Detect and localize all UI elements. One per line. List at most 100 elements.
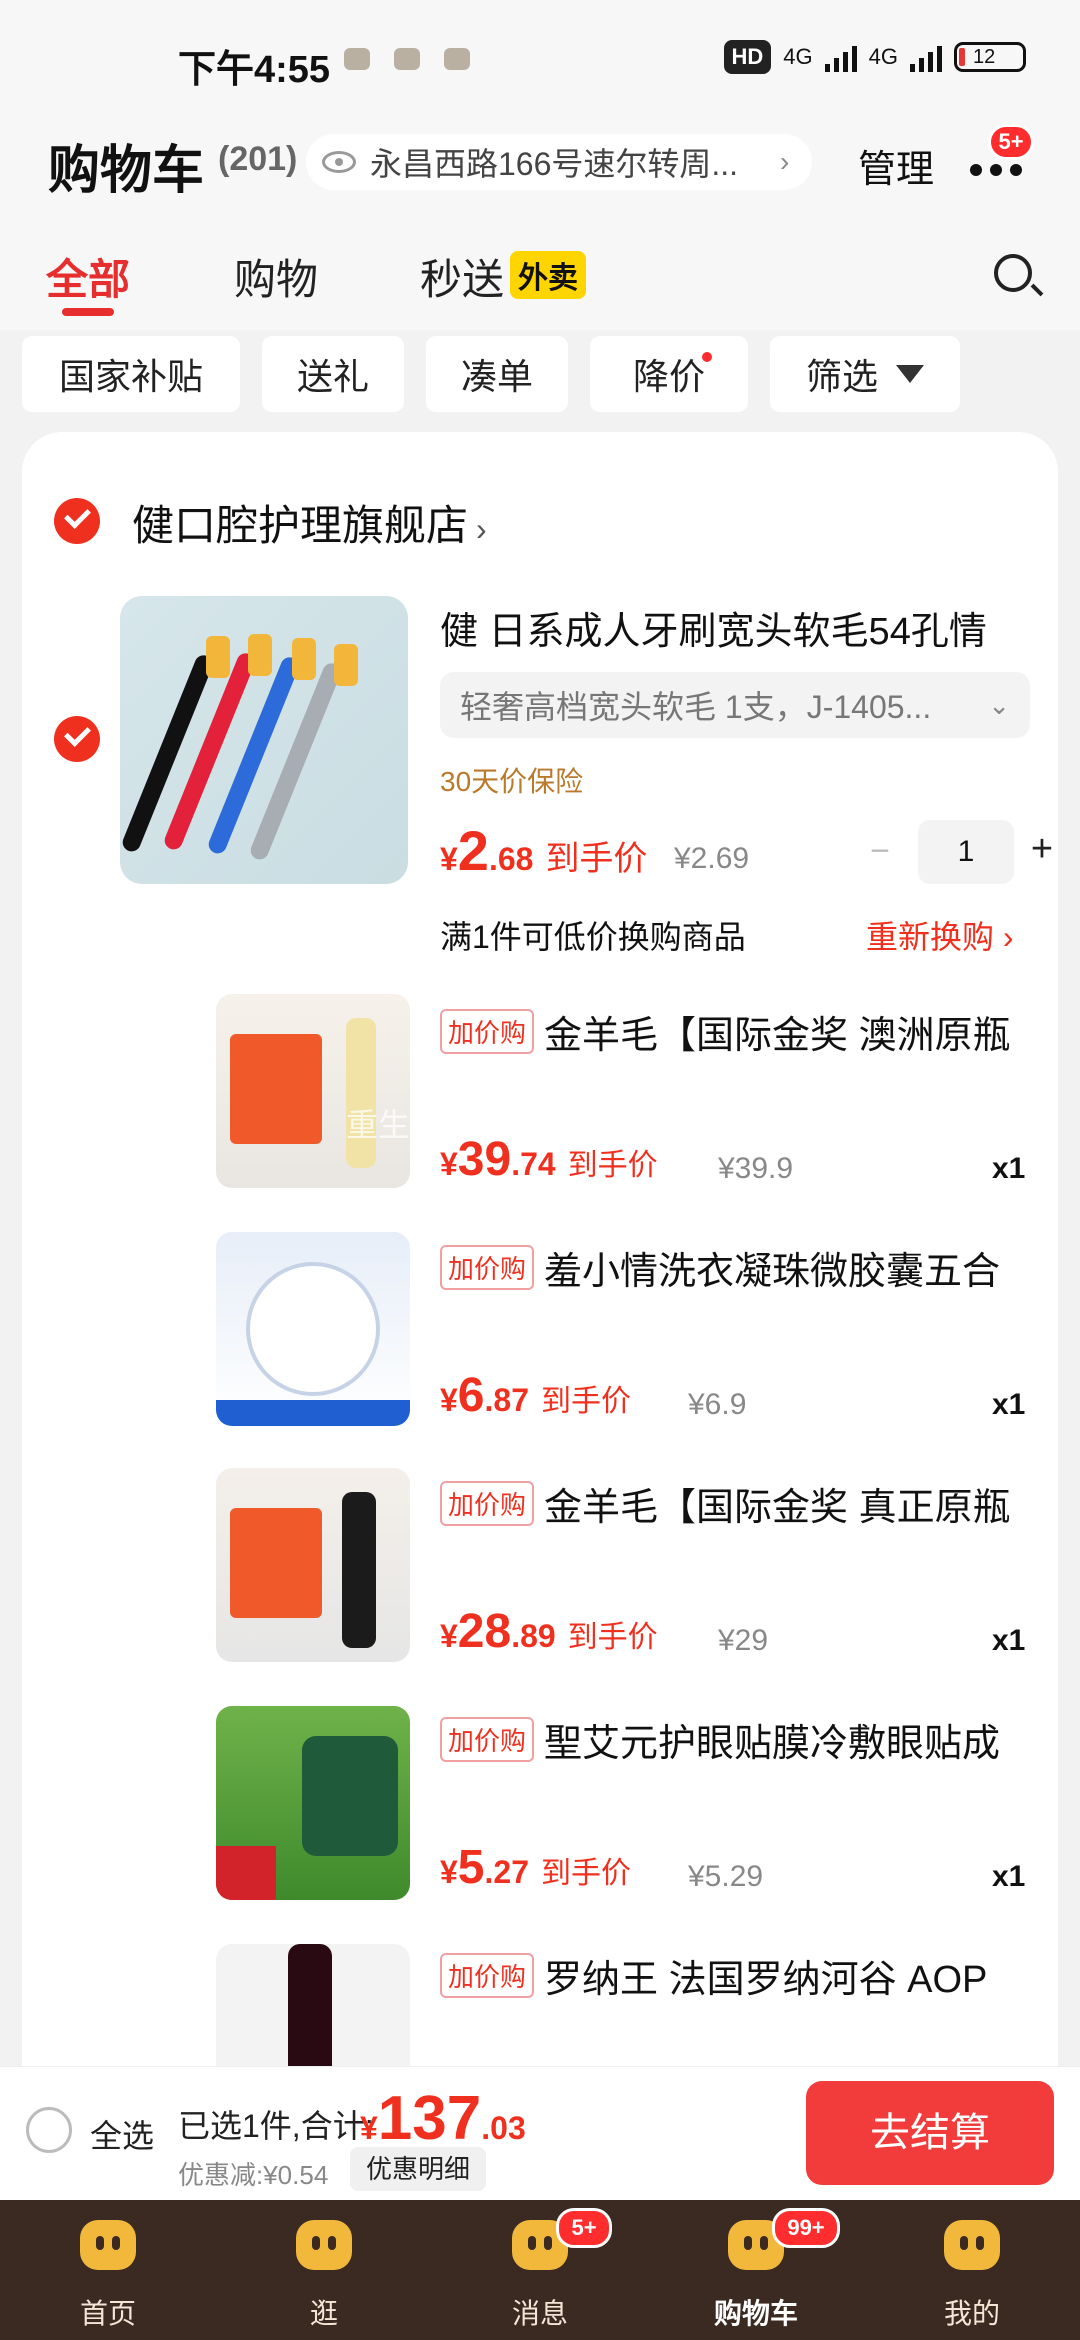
nav-cart-label: 购物车: [713, 2298, 798, 2329]
hd-badge: HD: [723, 40, 772, 74]
tab-instant-label: 秒送: [420, 256, 505, 303]
addon-title[interactable]: 加价购 金羊毛【国际金奖 真正原瓶: [440, 1476, 1011, 1531]
addon-name: 羞小情洗衣凝珠微胶囊五合: [544, 1251, 1001, 1293]
addon-old-price: ¥29: [718, 1624, 769, 1657]
select-all-label[interactable]: 全选: [90, 2111, 154, 2157]
promo-text: 满1件可低价换购商品: [440, 919, 746, 955]
addon-qty: x1: [992, 1388, 1026, 1421]
browse-icon: [296, 2220, 352, 2270]
tab-instant[interactable]: 秒送 外卖: [420, 246, 587, 307]
addon-image[interactable]: [216, 994, 410, 1188]
notification-icon: [394, 48, 420, 70]
addon-name: 罗纳王 法国罗纳河谷 AOP: [544, 1959, 988, 2001]
currency-symbol: ¥: [360, 2110, 378, 2146]
brush-head: [334, 644, 358, 686]
cart-tabs: 全部 购物 秒送 外卖: [0, 230, 1080, 330]
more-dots-icon: [1010, 164, 1022, 176]
addon-name: 聖艾元护眼贴膜冷敷眼贴成: [544, 1723, 1001, 1765]
quantity-stepper: − 1 +: [860, 820, 1053, 884]
store-name-text: 健口腔护理旗舰店: [132, 502, 469, 549]
address-selector[interactable]: 永昌西路166号速尔转周... ›: [306, 134, 812, 190]
currency-symbol: ¥: [440, 1382, 458, 1418]
signal-icon: [824, 42, 857, 72]
filter-price-drop-label: 降价: [632, 356, 705, 397]
addon-image[interactable]: [216, 1706, 410, 1900]
item-checkbox[interactable]: [54, 716, 100, 762]
tab-all[interactable]: 全部: [46, 246, 130, 307]
addon-old-price: ¥5.29: [688, 1860, 764, 1893]
addon-title[interactable]: 加价购 聖艾元护眼贴膜冷敷眼贴成: [440, 1712, 1000, 1767]
more-button[interactable]: 5+: [966, 124, 1034, 190]
filter-subsidy[interactable]: 国家补贴: [22, 336, 240, 412]
nav-home[interactable]: 首页: [0, 2200, 216, 2340]
more-dots-icon: [990, 164, 1002, 176]
addon-old-price: ¥6.9: [688, 1388, 747, 1421]
sku-selector[interactable]: 轻奢高档宽头软毛 1支，J-1405... ⌄: [440, 672, 1030, 738]
label-strip: [216, 1400, 410, 1426]
price-dec: .74: [511, 1146, 556, 1182]
takeout-tag: 外卖: [510, 251, 587, 299]
brush-shape: [247, 660, 344, 863]
nav-cart[interactable]: 99+ 购物车: [648, 2200, 864, 2340]
sku-text: 轻奢高档宽头软毛 1支，J-1405...: [460, 689, 932, 725]
manage-button[interactable]: 管理: [858, 138, 934, 193]
store-checkbox[interactable]: [54, 498, 100, 544]
total-price: ¥137.03: [360, 2083, 526, 2154]
addon-title[interactable]: 加价购 羞小情洗衣凝珠微胶囊五合: [440, 1240, 1000, 1295]
new-dot: [702, 352, 712, 362]
store-name[interactable]: 健口腔护理旗舰店 ›: [132, 492, 487, 553]
addon-image[interactable]: [216, 1468, 410, 1662]
addon-price: ¥5.27 到手价: [440, 1840, 631, 1895]
decrease-button[interactable]: −: [860, 832, 900, 872]
nav-me[interactable]: 我的: [864, 2200, 1080, 2340]
cart-badge: 99+: [772, 2208, 840, 2248]
funnel-icon: [896, 365, 924, 383]
rebuy-link[interactable]: 重新换购 ›: [866, 912, 1014, 958]
addon-image[interactable]: [216, 1232, 410, 1426]
product-title[interactable]: 健 日系成人牙刷宽头软毛54孔情: [440, 600, 987, 655]
currency-symbol: ¥: [440, 841, 458, 877]
search-icon[interactable]: [994, 254, 1032, 292]
quantity-input[interactable]: 1: [918, 820, 1014, 884]
network-label: 4G: [783, 44, 813, 69]
addon-name: 金羊毛【国际金奖 澳洲原瓶: [544, 1015, 1011, 1057]
nav-messages[interactable]: 5+ 消息: [432, 2200, 648, 2340]
price-label: 到手价: [545, 840, 648, 878]
discount-detail-button[interactable]: 优惠明细: [350, 2147, 487, 2191]
price-label: 到手价: [567, 1621, 658, 1654]
price-int: 5: [457, 1841, 485, 1894]
price-int: 2: [457, 819, 489, 882]
tab-shopping[interactable]: 购物: [234, 246, 318, 307]
tab-indicator: [62, 308, 114, 316]
filter-gift[interactable]: 送礼: [262, 336, 404, 412]
addon-title[interactable]: 加价购 金羊毛【国际金奖 澳洲原瓶: [440, 1004, 1011, 1059]
product-image[interactable]: [120, 596, 408, 884]
addon-price: ¥28.89 到手价: [440, 1604, 658, 1659]
network-label: 4G: [868, 44, 898, 69]
nav-browse[interactable]: 逛: [216, 2200, 432, 2340]
currency-symbol: ¥: [440, 1854, 458, 1890]
chevron-right-icon: ›: [780, 146, 790, 177]
watermark-text: 重生之首富白月光: [346, 1107, 603, 1143]
filter-bundle[interactable]: 凑单: [426, 336, 568, 412]
select-all-checkbox[interactable]: [26, 2107, 72, 2153]
status-indicators: HD 4G 4G 12: [723, 40, 1026, 74]
addon-title[interactable]: 加价购 罗纳王 法国罗纳河谷 AOP: [440, 1948, 987, 2003]
nav-me-label: 我的: [943, 2298, 1000, 2329]
addon-image[interactable]: [216, 1944, 410, 2072]
chevron-right-icon: ›: [476, 511, 487, 547]
addon-old-price: ¥39.9: [718, 1152, 794, 1185]
store-card: 健口腔护理旗舰店 › 健 日系成人牙刷宽头软毛54孔情 轻奢高档宽头软毛 1支，J…: [22, 432, 1058, 2072]
increase-button[interactable]: +: [1022, 828, 1058, 872]
filter-button[interactable]: 筛选: [770, 336, 960, 412]
addon-qty: x1: [992, 1860, 1026, 1893]
cart-count: (201): [218, 140, 298, 178]
price-label: 到手价: [540, 1385, 631, 1418]
brush-head: [206, 636, 230, 678]
price-dec: .27: [484, 1854, 529, 1890]
checkout-button[interactable]: 去结算: [806, 2081, 1054, 2185]
filter-price-drop[interactable]: 降价: [590, 336, 748, 412]
battery-level: 12: [973, 45, 996, 68]
price-label: 到手价: [567, 1149, 658, 1182]
nav-home-label: 首页: [79, 2298, 136, 2329]
